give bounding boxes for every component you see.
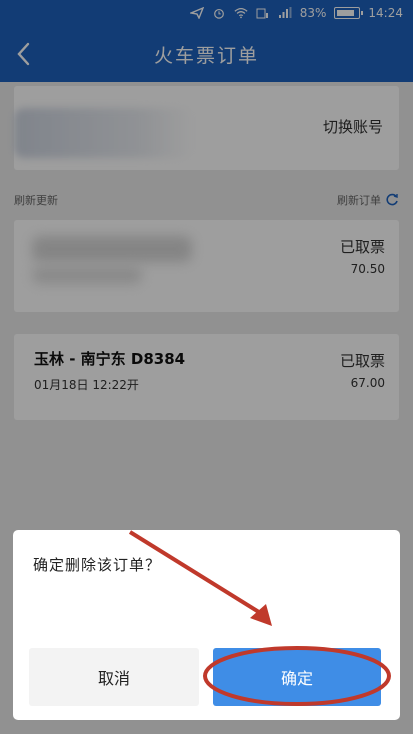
delete-confirm-dialog: 确定删除该订单？ 取消 确定 (13, 530, 400, 720)
confirm-button[interactable]: 确定 (213, 648, 381, 706)
dialog-message: 确定删除该订单？ (33, 556, 162, 574)
cancel-button[interactable]: 取消 (29, 648, 199, 706)
